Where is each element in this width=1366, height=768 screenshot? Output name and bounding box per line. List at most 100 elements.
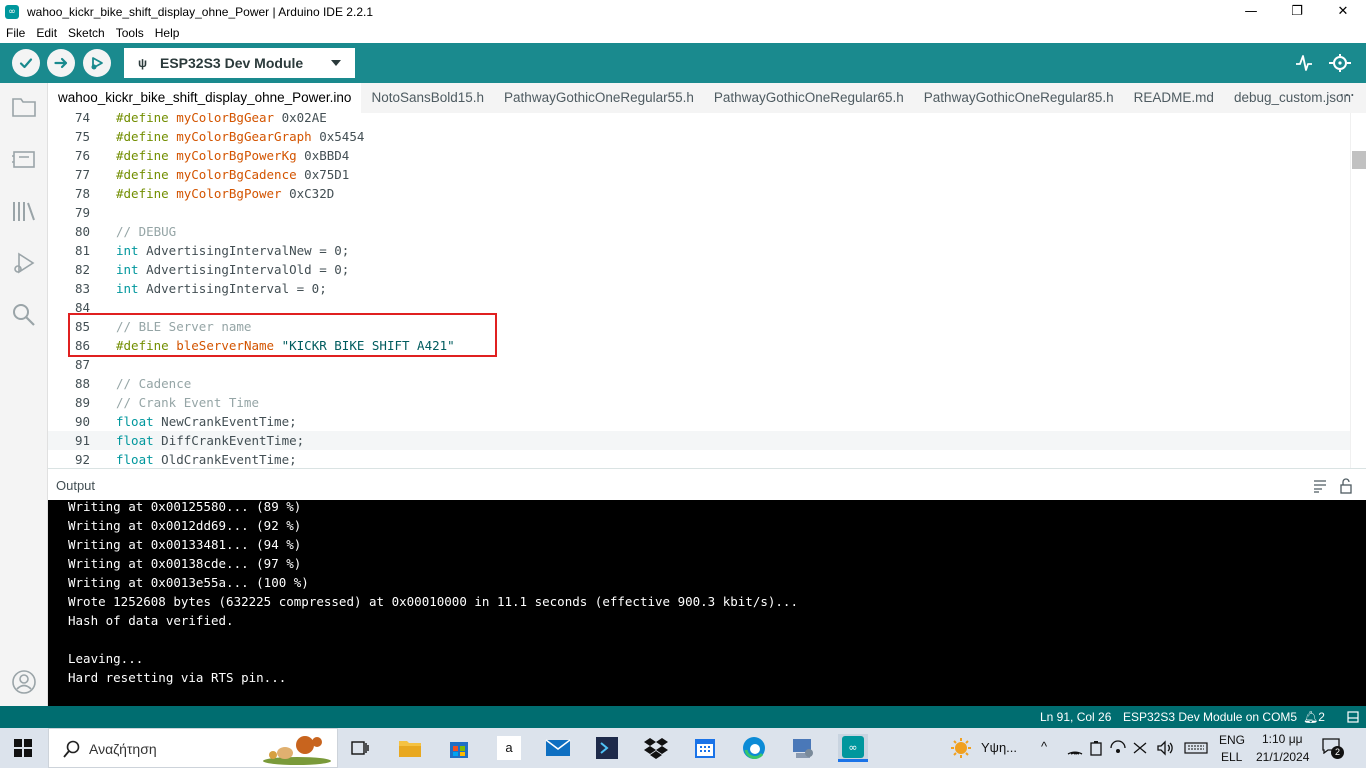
code-line[interactable]: 89 // Crank Event Time [48,393,1350,412]
line-number: 92 [74,452,90,467]
code-line[interactable]: 76 #define myColorBgPowerKg 0xBBD4 [48,146,1350,165]
menu-help[interactable]: Help [149,26,185,40]
menu-tools[interactable]: Tools [110,26,149,40]
code-text: float OldCrankEventTime; [116,450,297,468]
keyboard-input-icon[interactable] [1132,740,1148,756]
code-line[interactable]: 88 // Cadence [48,374,1350,393]
menu-file[interactable]: File [0,26,30,40]
toggle-panel-icon[interactable] [1347,711,1359,723]
code-text: // DEBUG [116,222,176,241]
tab-readme[interactable]: README.md [1124,83,1224,113]
upload-button[interactable] [47,49,75,77]
serial-plotter-icon[interactable] [1294,53,1314,73]
dropbox-app[interactable] [642,734,670,762]
code-token: AdvertisingIntervalOld = 0; [138,262,350,277]
tab-pathway55[interactable]: PathwayGothicOneRegular55.h [494,83,704,113]
library-manager-button[interactable] [10,197,38,225]
file-explorer-app[interactable] [396,734,424,762]
line-number: 78 [74,186,90,201]
arduino-ide-window: ∞ wahoo_kickr_bike_shift_display_ohne_Po… [0,0,1366,768]
mail-app[interactable] [544,734,572,762]
weather-sun-icon[interactable] [950,737,972,759]
taskbar-search[interactable]: Αναζήτηση [48,728,338,768]
code-token: AdvertisingIntervalNew = 0; [138,243,350,258]
powershell-app[interactable] [593,734,621,762]
code-line[interactable]: 79 [48,203,1350,222]
profile-button[interactable] [10,668,38,696]
control-panel-app[interactable] [789,734,817,762]
search-placeholder: Αναζήτηση [89,741,157,757]
volume-icon[interactable] [1156,740,1174,756]
tab-notosansbold15[interactable]: NotoSansBold15.h [361,83,494,113]
search-panel-button[interactable] [10,301,38,329]
code-editor[interactable]: 74 #define myColorBgGear 0x02AE 75 #define … [48,113,1366,468]
lock-scroll-icon[interactable] [1338,478,1354,494]
minimize-button[interactable]: — [1228,0,1274,23]
close-button[interactable]: ✕ [1320,0,1366,23]
board-selector[interactable]: ψ ESP32S3 Dev Module [124,48,355,78]
battery-icon[interactable] [1089,740,1103,756]
code-line[interactable]: 80 // DEBUG [48,222,1350,241]
chevron-up-icon[interactable]: ^ [1041,739,1047,754]
maximize-button[interactable]: ❐ [1274,0,1320,23]
arduino-ide-app[interactable]: ∞ [838,734,868,762]
menu-sketch[interactable]: Sketch [62,26,110,40]
code-line[interactable]: 87 [48,355,1350,374]
tab-pathway65[interactable]: PathwayGothicOneRegular65.h [704,83,914,113]
wifi-icon[interactable] [1067,741,1083,755]
tab-pathway85[interactable]: PathwayGothicOneRegular85.h [914,83,1124,113]
language-top[interactable]: ENG [1219,733,1245,747]
highlight-annotation-box [68,313,497,357]
task-view-button[interactable] [346,734,374,762]
more-tabs-button[interactable]: ⋯ [1339,83,1356,113]
board-port-status[interactable]: ESP32S3 Dev Module on COM5 [1123,710,1297,724]
menu-bar: File Edit Sketch Tools Help [0,23,1366,43]
touch-keyboard-icon[interactable] [1184,742,1208,754]
line-number: 80 [74,224,90,239]
code-token: float [116,414,154,429]
scrollbar-thumb[interactable] [1352,151,1366,169]
code-line[interactable]: 92 float OldCrankEventTime; [48,450,1350,468]
boards-manager-button[interactable] [10,145,38,173]
code-line[interactable]: 82 int AdvertisingIntervalOld = 0; [48,260,1350,279]
store-icon [450,742,468,758]
clear-output-icon[interactable] [1312,478,1328,494]
code-line[interactable]: 78 #define myColorBgPower 0xC32D [48,184,1350,203]
weather-text[interactable]: Υψη... [981,740,1017,755]
microsoft-store-app[interactable] [445,734,473,762]
code-line[interactable]: 77 #define myColorBgCadence 0x75D1 [48,165,1350,184]
code-token: // DEBUG [116,224,177,239]
serial-monitor-icon[interactable] [1328,51,1352,75]
edge-browser-app[interactable] [740,734,768,762]
code-token: #define [116,113,177,125]
notification-badge: 2 [1331,746,1344,759]
code-text: int AdvertisingIntervalOld = 0; [116,260,349,279]
calendar-app[interactable] [691,734,719,762]
amazon-app[interactable]: a [495,734,523,762]
left-sidebar [0,83,48,706]
code-line[interactable]: 74 #define myColorBgGear 0x02AE [48,113,1350,127]
tab-main-sketch[interactable]: wahoo_kickr_bike_shift_display_ohne_Powe… [48,83,362,113]
sketchbook-button[interactable] [10,93,38,121]
code-line[interactable]: 90 float NewCrankEventTime; [48,412,1350,431]
debug-panel-button[interactable] [10,249,38,277]
clock-time[interactable]: 1:10 μμ [1262,732,1303,746]
verify-button[interactable] [12,49,40,77]
windows-start-icon[interactable] [14,739,32,757]
code-line[interactable]: 75 #define myColorBgGearGraph 0x5454 [48,127,1350,146]
network-icon[interactable] [1110,740,1126,756]
cursor-position[interactable]: Ln 91, Col 26 [1040,710,1111,724]
code-line[interactable]: 91 float DiffCrankEventTime; [48,431,1350,450]
language-bottom[interactable]: ELL [1221,750,1242,764]
code-line[interactable]: 81 int AdvertisingIntervalNew = 0; [48,241,1350,260]
output-console[interactable]: Writing at 0x00125580... (89 %) Writing a… [48,500,1366,706]
menu-edit[interactable]: Edit [30,26,62,40]
code-line[interactable]: 83 int AdvertisingInterval = 0; [48,279,1350,298]
editor-scrollbar[interactable] [1350,113,1366,468]
debug-button[interactable] [83,49,111,77]
clock-date[interactable]: 21/1/2024 [1256,750,1309,764]
folder-icon [399,741,421,757]
notifications-status[interactable]: 🔔︎2 [1303,710,1325,724]
notification-center-button[interactable]: 2 [1322,738,1344,759]
code-token: OldCrankEventTime; [153,452,297,467]
